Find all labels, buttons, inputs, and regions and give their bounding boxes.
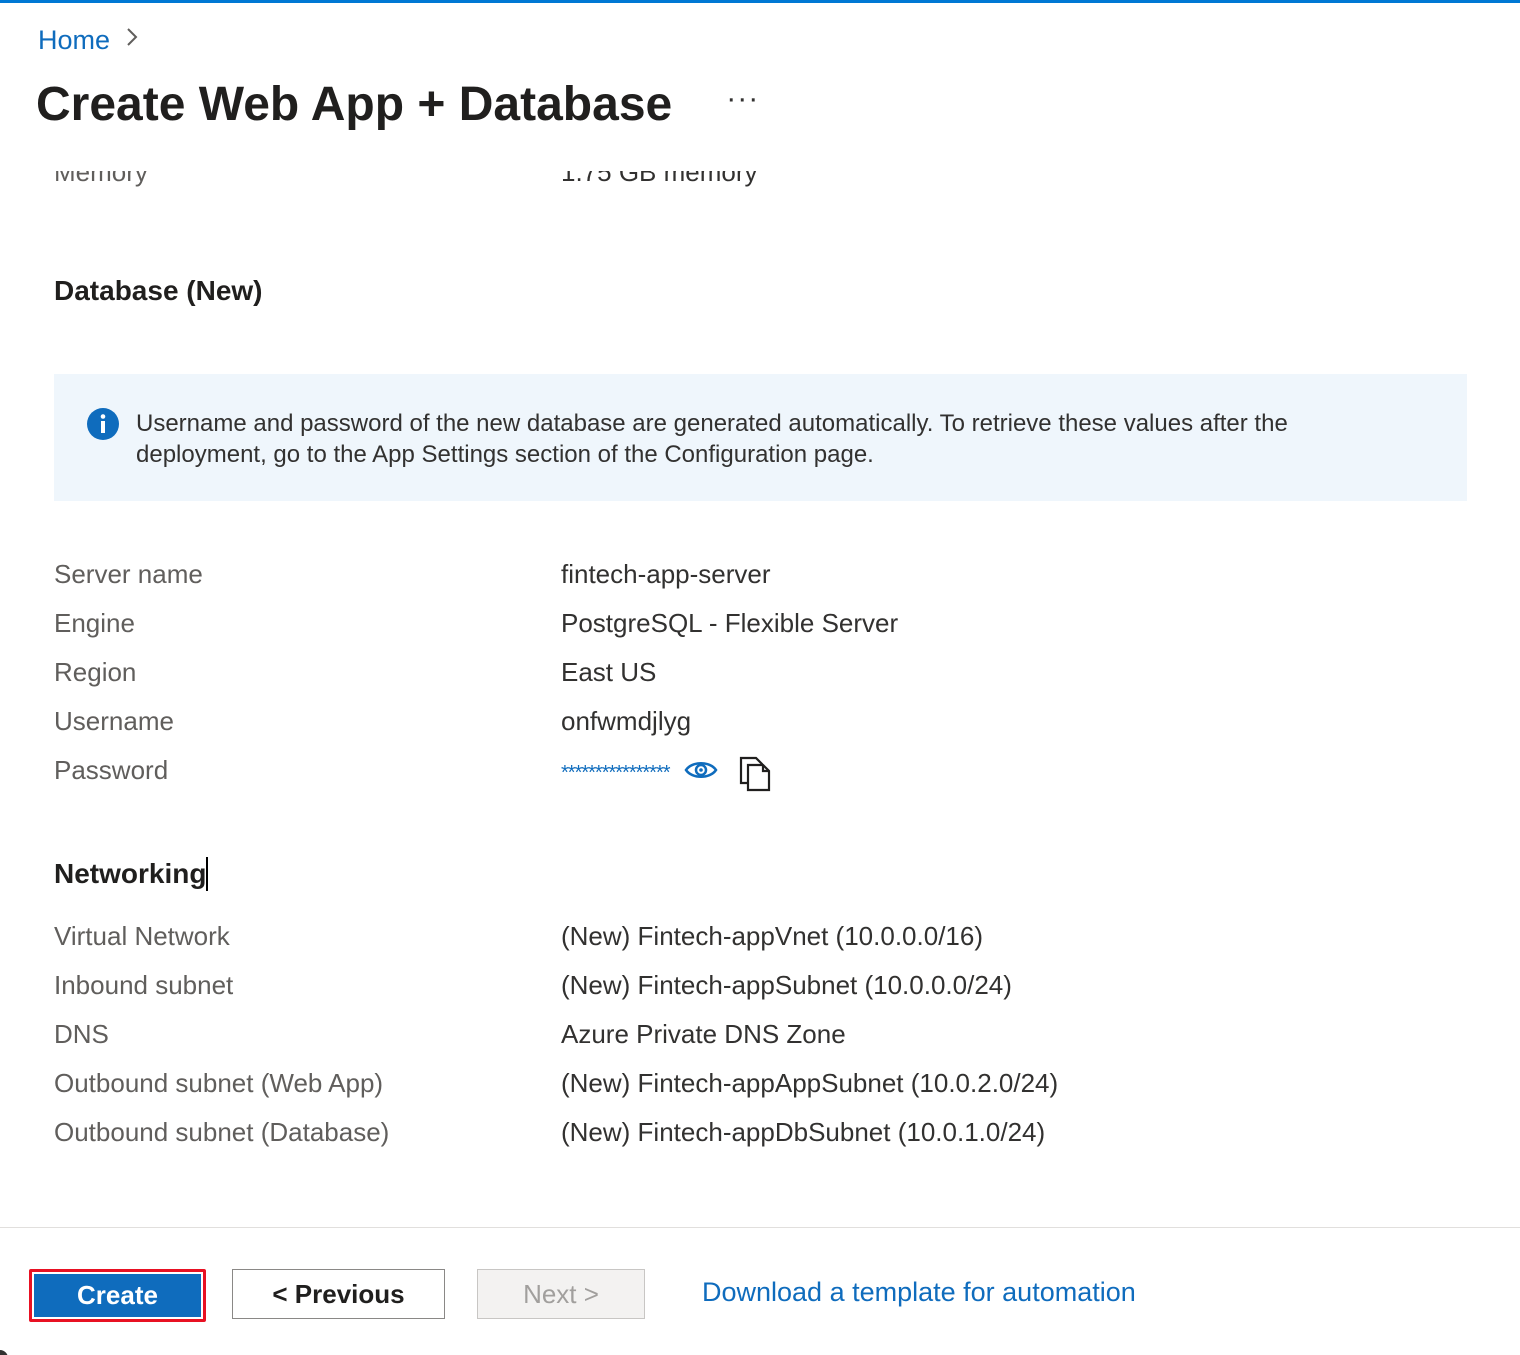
database-section-title: Database (New) <box>54 275 263 306</box>
info-message-text: Username and password of the new databas… <box>136 410 1288 468</box>
next-button[interactable]: Next > <box>477 1269 645 1319</box>
engine-row: Engine PostgreSQL - Flexible Server <box>54 608 1454 648</box>
previous-button[interactable]: < Previous <box>232 1269 445 1319</box>
server-name-row: Server name fintech-app-server <box>54 559 1454 599</box>
inbound-subnet-label: Inbound subnet <box>54 970 234 1000</box>
virtual-network-label: Virtual Network <box>54 921 230 951</box>
outbound-subnet-database-row: Outbound subnet (Database) (New) Fintech… <box>54 1117 1454 1157</box>
corner-decoration <box>0 1350 8 1355</box>
username-row: Username onfwmdjlyg <box>54 706 1454 746</box>
copy-icon[interactable] <box>738 755 772 800</box>
create-button[interactable]: Create <box>34 1274 201 1317</box>
engine-value: PostgreSQL - Flexible Server <box>561 608 899 638</box>
cut-off-row: Memory 1.75 GB memory <box>54 171 954 199</box>
cut-off-value: 1.75 GB memory <box>561 171 758 187</box>
server-name-value: fintech-app-server <box>561 559 771 589</box>
networking-title-text: Networking <box>54 858 207 889</box>
networking-section-title: Networking <box>54 856 209 893</box>
inbound-subnet-row: Inbound subnet (New) Fintech-appSubnet (… <box>54 970 1454 1010</box>
info-icon <box>86 407 120 441</box>
password-masked-value: **************** <box>561 762 671 784</box>
title-row: Create Web App + Database ··· <box>36 77 759 132</box>
username-label: Username <box>54 706 174 736</box>
password-value-group: **************** <box>561 751 772 796</box>
dns-value: Azure Private DNS Zone <box>561 1019 846 1049</box>
region-row: Region East US <box>54 657 1454 697</box>
info-message-box: Username and password of the new databas… <box>54 374 1467 501</box>
region-label: Region <box>54 657 137 687</box>
engine-label: Engine <box>54 608 135 638</box>
text-cursor <box>206 856 209 891</box>
outbound-subnet-webapp-value: (New) Fintech-appAppSubnet (10.0.2.0/24) <box>561 1068 1059 1098</box>
download-template-link[interactable]: Download a template for automation <box>702 1277 1136 1308</box>
password-row: Password **************** <box>54 755 1454 795</box>
chevron-right-icon <box>124 25 140 56</box>
outbound-subnet-database-value: (New) Fintech-appDbSubnet (10.0.1.0/24) <box>561 1117 1046 1147</box>
footer-divider <box>0 1227 1520 1228</box>
username-value: onfwmdjlyg <box>561 706 692 736</box>
virtual-network-row: Virtual Network (New) Fintech-appVnet (1… <box>54 921 1454 961</box>
more-options-button[interactable]: ··· <box>726 82 759 116</box>
server-name-label: Server name <box>54 559 203 589</box>
outbound-subnet-webapp-label: Outbound subnet (Web App) <box>54 1068 384 1098</box>
breadcrumb-home-link[interactable]: Home <box>38 25 110 56</box>
outbound-subnet-database-label: Outbound subnet (Database) <box>54 1117 390 1147</box>
page-title: Create Web App + Database <box>36 78 673 131</box>
virtual-network-value: (New) Fintech-appVnet (10.0.0.0/16) <box>561 921 983 951</box>
region-value: East US <box>561 657 657 687</box>
password-label: Password <box>54 755 169 785</box>
outbound-subnet-webapp-row: Outbound subnet (Web App) (New) Fintech-… <box>54 1068 1454 1108</box>
inbound-subnet-value: (New) Fintech-appSubnet (10.0.0.0/24) <box>561 970 1012 1000</box>
eye-icon[interactable] <box>684 758 718 789</box>
create-web-app-page: Home Create Web App + Database ··· Memor… <box>0 0 1520 1355</box>
breadcrumb: Home <box>38 25 140 56</box>
dns-row: DNS Azure Private DNS Zone <box>54 1019 1454 1059</box>
dns-label: DNS <box>54 1019 109 1049</box>
cut-off-label: Memory <box>54 171 148 187</box>
